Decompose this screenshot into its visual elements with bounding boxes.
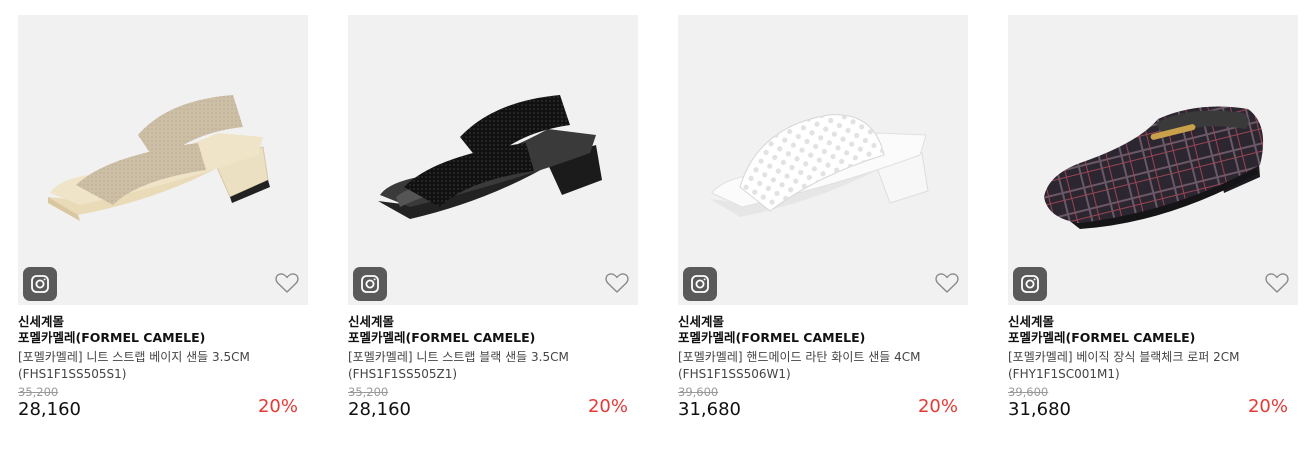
heart-icon[interactable] xyxy=(274,271,300,295)
price-row: 28,160 20% xyxy=(348,396,638,423)
product-image[interactable] xyxy=(678,15,968,305)
discount-rate: 20% xyxy=(917,396,958,417)
price-row: 28,160 20% xyxy=(18,396,308,423)
brand-name[interactable]: 포멜카멜레(FORMEL CAMELE) xyxy=(678,330,968,346)
discount-rate: 20% xyxy=(587,396,628,417)
instagram-icon xyxy=(691,275,709,293)
product-image[interactable] xyxy=(348,15,638,305)
discount-rate: 20% xyxy=(1247,396,1288,417)
seller-name: 신세계몰 xyxy=(348,314,395,329)
instagram-icon xyxy=(31,275,49,293)
sale-price: 28,160 xyxy=(18,399,81,420)
product-card[interactable]: 신세계몰 포멜카멜레(FORMEL CAMELE) [포멜카멜레] 니트 스트랩… xyxy=(18,15,308,435)
product-card[interactable]: 신세계몰 포멜카멜레(FORMEL CAMELE) [포멜카멜레] 핸드메이드 … xyxy=(678,15,968,435)
product-name[interactable]: [포멜카멜레] 니트 스트랩 베이지 샌들 3.5CM (FHS1F1SS505… xyxy=(18,349,308,383)
instagram-icon xyxy=(1021,275,1039,293)
white-rattan-sandal-image xyxy=(710,114,929,217)
brand-name[interactable]: 포멜카멜레(FORMEL CAMELE) xyxy=(1008,330,1298,346)
black-check-loafer-image xyxy=(1044,106,1264,229)
sale-price: 31,680 xyxy=(678,399,741,420)
brand-name[interactable]: 포멜카멜레(FORMEL CAMELE) xyxy=(348,330,638,346)
product-name[interactable]: [포멜카멜레] 핸드메이드 라탄 화이트 샌들 4CM (FHS1F1SS506… xyxy=(678,349,968,383)
product-name[interactable]: [포멜카멜레] 니트 스트랩 블랙 샌들 3.5CM (FHS1F1SS505Z… xyxy=(348,349,638,383)
instagram-icon xyxy=(361,275,379,293)
product-grid: 신세계몰 포멜카멜레(FORMEL CAMELE) [포멜카멜레] 니트 스트랩… xyxy=(0,0,1310,460)
discount-rate: 20% xyxy=(257,396,298,417)
black-knit-strap-sandal-image xyxy=(378,95,602,219)
instagram-button[interactable] xyxy=(353,267,387,301)
brand-name[interactable]: 포멜카멜레(FORMEL CAMELE) xyxy=(18,330,308,346)
product-name[interactable]: [포멜카멜레] 베이직 장식 블랙체크 로퍼 2CM (FHY1F1SC001M… xyxy=(1008,349,1298,383)
beige-knit-strap-sandal-image xyxy=(48,95,270,221)
price-row: 31,680 20% xyxy=(1008,396,1298,423)
instagram-button[interactable] xyxy=(683,267,717,301)
product-card[interactable]: 신세계몰 포멜카멜레(FORMEL CAMELE) [포멜카멜레] 베이직 장식… xyxy=(1008,15,1298,435)
sale-price: 31,680 xyxy=(1008,399,1071,420)
product-image[interactable] xyxy=(18,15,308,305)
seller-name: 신세계몰 xyxy=(1008,314,1055,329)
seller-name: 신세계몰 xyxy=(18,314,65,329)
heart-icon[interactable] xyxy=(934,271,960,295)
price-row: 31,680 20% xyxy=(678,396,968,423)
heart-icon[interactable] xyxy=(1264,271,1290,295)
instagram-button[interactable] xyxy=(1013,267,1047,301)
seller-name: 신세계몰 xyxy=(678,314,725,329)
heart-icon[interactable] xyxy=(604,271,630,295)
product-image[interactable] xyxy=(1008,15,1298,305)
instagram-button[interactable] xyxy=(23,267,57,301)
product-card[interactable]: 신세계몰 포멜카멜레(FORMEL CAMELE) [포멜카멜레] 니트 스트랩… xyxy=(348,15,638,435)
sale-price: 28,160 xyxy=(348,399,411,420)
